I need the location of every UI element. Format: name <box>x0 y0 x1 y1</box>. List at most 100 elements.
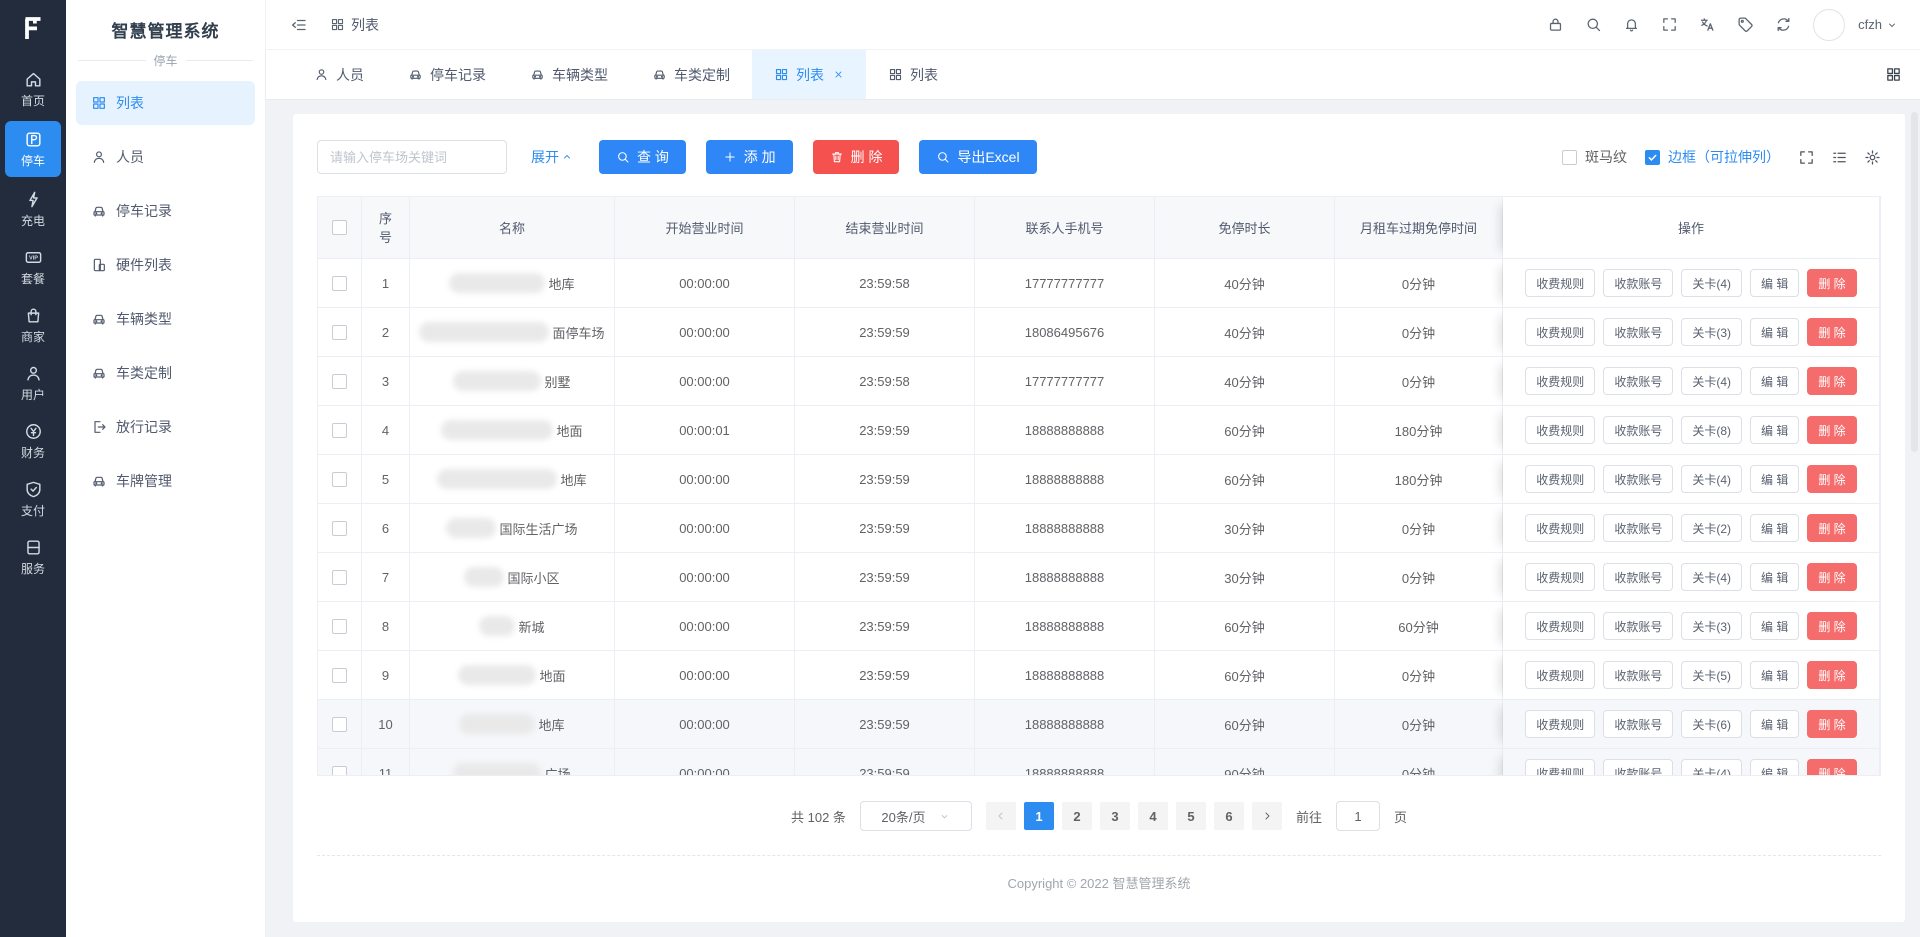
close-tab-icon[interactable] <box>833 69 844 80</box>
page-button-2[interactable]: 2 <box>1062 802 1092 830</box>
rail-item-services[interactable]: 服务 <box>5 531 61 583</box>
lock-icon[interactable] <box>1547 16 1564 33</box>
sidebar-item-vehicle-types[interactable]: 车辆类型 <box>76 297 255 341</box>
edit-button[interactable]: 编 辑 <box>1750 612 1799 640</box>
page-button-6[interactable]: 6 <box>1214 802 1244 830</box>
gates-button[interactable]: 关卡(4) <box>1681 759 1742 776</box>
border-toggle[interactable]: 边框（可拉伸列） <box>1645 147 1780 167</box>
delete-row-button[interactable]: 删 除 <box>1807 514 1856 542</box>
translate-icon[interactable] <box>1699 16 1716 33</box>
fullscreen-icon[interactable] <box>1798 149 1815 166</box>
border-checkbox[interactable] <box>1645 150 1660 165</box>
zebra-toggle[interactable]: 斑马纹 <box>1562 147 1627 167</box>
gates-button[interactable]: 关卡(4) <box>1681 563 1742 591</box>
gates-button[interactable]: 关卡(8) <box>1681 416 1742 444</box>
edit-button[interactable]: 编 辑 <box>1750 759 1799 776</box>
row-select-checkbox[interactable] <box>332 668 347 683</box>
edit-button[interactable]: 编 辑 <box>1750 710 1799 738</box>
payment-account-button[interactable]: 收款账号 <box>1603 367 1673 395</box>
gates-button[interactable]: 关卡(3) <box>1681 318 1742 346</box>
fee-rules-button[interactable]: 收费规则 <box>1525 612 1595 640</box>
sidebar-item-personnel[interactable]: 人员 <box>76 135 255 179</box>
avatar[interactable] <box>1813 9 1845 41</box>
tab-list-active[interactable]: 列表 <box>752 50 866 99</box>
user-menu[interactable]: cfzh <box>1858 17 1898 32</box>
zebra-checkbox[interactable] <box>1562 150 1577 165</box>
edit-button[interactable]: 编 辑 <box>1750 563 1799 591</box>
page-button-5[interactable]: 5 <box>1176 802 1206 830</box>
row-select-checkbox[interactable] <box>332 374 347 389</box>
gates-button[interactable]: 关卡(2) <box>1681 514 1742 542</box>
payment-account-button[interactable]: 收款账号 <box>1603 514 1673 542</box>
row-select-checkbox[interactable] <box>332 619 347 634</box>
rail-item-packages[interactable]: VIP套餐 <box>5 241 61 293</box>
logo[interactable] <box>0 0 66 58</box>
payment-account-button[interactable]: 收款账号 <box>1603 759 1673 776</box>
row-select-checkbox[interactable] <box>332 423 347 438</box>
sidebar-item-parking-records[interactable]: 停车记录 <box>76 189 255 233</box>
delete-row-button[interactable]: 删 除 <box>1807 318 1856 346</box>
fee-rules-button[interactable]: 收费规则 <box>1525 318 1595 346</box>
refresh-icon[interactable] <box>1775 16 1792 33</box>
delete-row-button[interactable]: 删 除 <box>1807 759 1856 776</box>
rail-item-merchants[interactable]: 商家 <box>5 299 61 351</box>
tab-list[interactable]: 列表 <box>866 50 960 99</box>
payment-account-button[interactable]: 收款账号 <box>1603 269 1673 297</box>
row-select-checkbox[interactable] <box>332 521 347 536</box>
edit-button[interactable]: 编 辑 <box>1750 416 1799 444</box>
fee-rules-button[interactable]: 收费规则 <box>1525 563 1595 591</box>
payment-account-button[interactable]: 收款账号 <box>1603 563 1673 591</box>
fee-rules-button[interactable]: 收费规则 <box>1525 269 1595 297</box>
delete-row-button[interactable]: 删 除 <box>1807 612 1856 640</box>
delete-row-button[interactable]: 删 除 <box>1807 563 1856 591</box>
rail-item-finance[interactable]: 财务 <box>5 415 61 467</box>
edit-button[interactable]: 编 辑 <box>1750 465 1799 493</box>
gates-button[interactable]: 关卡(4) <box>1681 367 1742 395</box>
edit-button[interactable]: 编 辑 <box>1750 318 1799 346</box>
goto-page-input[interactable] <box>1336 801 1380 831</box>
rail-item-charging[interactable]: 充电 <box>5 183 61 235</box>
fee-rules-button[interactable]: 收费规则 <box>1525 416 1595 444</box>
sidebar-item-list[interactable]: 列表 <box>76 81 255 125</box>
column-settings-icon[interactable] <box>1831 149 1848 166</box>
delete-row-button[interactable]: 删 除 <box>1807 367 1856 395</box>
tab-personnel[interactable]: 人员 <box>292 50 386 99</box>
gates-button[interactable]: 关卡(4) <box>1681 465 1742 493</box>
page-button-4[interactable]: 4 <box>1138 802 1168 830</box>
page-size-select[interactable]: 20条/页 <box>860 801 972 831</box>
row-select-checkbox[interactable] <box>332 276 347 291</box>
query-button[interactable]: 查 询 <box>599 140 686 174</box>
fee-rules-button[interactable]: 收费规则 <box>1525 710 1595 738</box>
fee-rules-button[interactable]: 收费规则 <box>1525 514 1595 542</box>
select-all-checkbox[interactable] <box>332 220 347 235</box>
next-page-button[interactable] <box>1252 802 1282 830</box>
tag-icon[interactable] <box>1737 16 1754 33</box>
delete-row-button[interactable]: 删 除 <box>1807 269 1856 297</box>
delete-row-button[interactable]: 删 除 <box>1807 710 1856 738</box>
fullscreen-icon[interactable] <box>1661 16 1678 33</box>
tab-parking-records[interactable]: 停车记录 <box>386 50 508 99</box>
page-button-3[interactable]: 3 <box>1100 802 1130 830</box>
row-select-checkbox[interactable] <box>332 472 347 487</box>
tab-vehicle-class-custom[interactable]: 车类定制 <box>630 50 752 99</box>
delete-row-button[interactable]: 删 除 <box>1807 661 1856 689</box>
sidebar-item-hardware-list[interactable]: 硬件列表 <box>76 243 255 287</box>
prev-page-button[interactable] <box>986 802 1016 830</box>
edit-button[interactable]: 编 辑 <box>1750 514 1799 542</box>
payment-account-button[interactable]: 收款账号 <box>1603 318 1673 346</box>
fee-rules-button[interactable]: 收费规则 <box>1525 465 1595 493</box>
bell-icon[interactable] <box>1623 16 1640 33</box>
edit-button[interactable]: 编 辑 <box>1750 661 1799 689</box>
edit-button[interactable]: 编 辑 <box>1750 269 1799 297</box>
gates-button[interactable]: 关卡(6) <box>1681 710 1742 738</box>
payment-account-button[interactable]: 收款账号 <box>1603 710 1673 738</box>
delete-row-button[interactable]: 删 除 <box>1807 416 1856 444</box>
sidebar-item-plate-management[interactable]: 车牌管理 <box>76 459 255 503</box>
gates-button[interactable]: 关卡(4) <box>1681 269 1742 297</box>
payment-account-button[interactable]: 收款账号 <box>1603 416 1673 444</box>
rail-item-home[interactable]: 首页 <box>5 63 61 115</box>
delete-button[interactable]: 删 除 <box>813 140 900 174</box>
payment-account-button[interactable]: 收款账号 <box>1603 465 1673 493</box>
row-select-checkbox[interactable] <box>332 570 347 585</box>
add-button[interactable]: 添 加 <box>706 140 793 174</box>
